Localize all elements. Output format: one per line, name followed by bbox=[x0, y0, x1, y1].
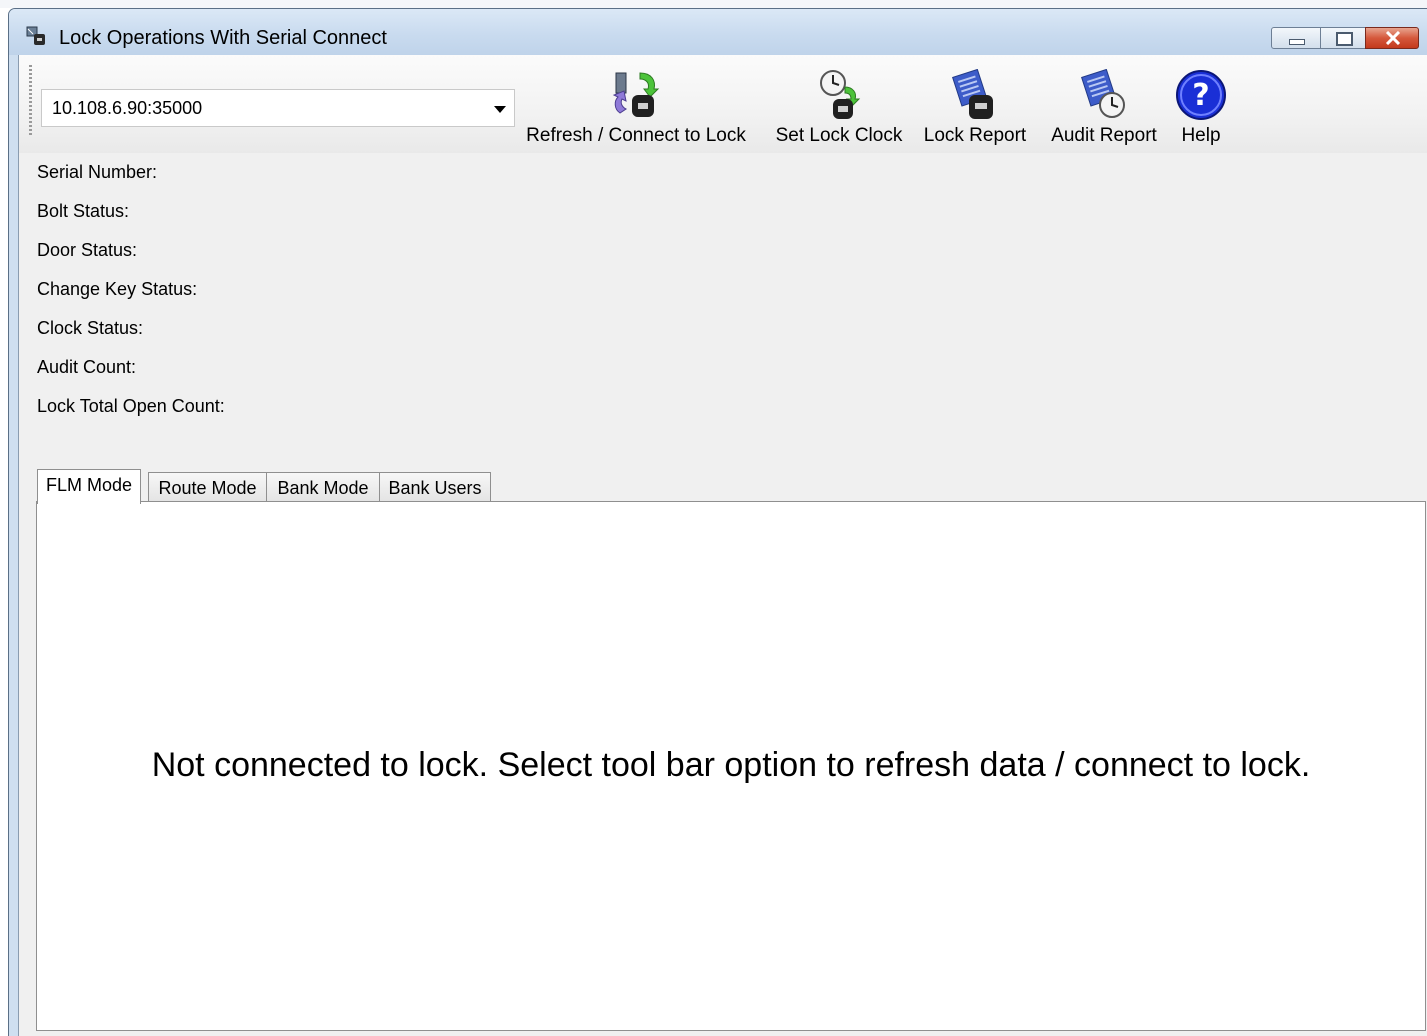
lock-report-icon bbox=[952, 69, 993, 119]
refresh-connect-icon bbox=[612, 72, 660, 117]
tab-flm-mode[interactable]: FLM Mode bbox=[37, 469, 141, 504]
refresh-connect-button[interactable]: Refresh / Connect to Lock bbox=[516, 67, 756, 151]
audit-report-button[interactable]: Audit Report bbox=[1041, 67, 1167, 151]
bolt-status-label: Bolt Status: bbox=[37, 201, 130, 221]
not-connected-message: Not connected to lock. Select tool bar o… bbox=[151, 746, 1311, 784]
audit-count-label: Audit Count: bbox=[37, 357, 137, 377]
change-key-status-label: Change Key Status: bbox=[37, 279, 198, 299]
close-button[interactable] bbox=[1365, 27, 1419, 49]
tab-bank-mode[interactable]: Bank Mode bbox=[266, 472, 380, 503]
door-status-label: Door Status: bbox=[37, 240, 138, 260]
tab-panel: Not connected to lock. Select tool bar o… bbox=[36, 501, 1426, 1031]
svg-text:?: ? bbox=[1192, 78, 1209, 113]
desktop-background bbox=[0, 0, 1427, 8]
refresh-connect-label: Refresh / Connect to Lock bbox=[526, 125, 746, 146]
window-title: Lock Operations With Serial Connect bbox=[59, 27, 387, 49]
connection-value: 10.108.6.90:35000 bbox=[52, 98, 203, 118]
audit-report-icon bbox=[1081, 69, 1125, 118]
lock-serial-app-icon bbox=[26, 26, 45, 45]
set-lock-clock-label: Set Lock Clock bbox=[775, 125, 903, 146]
chevron-down-icon[interactable] bbox=[494, 106, 506, 113]
lock-report-label: Lock Report bbox=[923, 125, 1027, 146]
title-bar[interactable]: Lock Operations With Serial Connect bbox=[9, 9, 1427, 55]
serial-number-label: Serial Number: bbox=[37, 162, 158, 182]
toolbar: 10.108.6.90:35000 Refresh / Connect to L… bbox=[19, 55, 1427, 153]
minimize-button[interactable] bbox=[1271, 27, 1321, 49]
connection-select[interactable]: 10.108.6.90:35000 bbox=[41, 89, 515, 127]
close-icon bbox=[1385, 31, 1401, 45]
client-area: 10.108.6.90:35000 Refresh / Connect to L… bbox=[18, 55, 1427, 1036]
toolbar-grip[interactable] bbox=[29, 65, 32, 135]
tab-route-mode[interactable]: Route Mode bbox=[148, 472, 267, 503]
maximize-button[interactable] bbox=[1320, 27, 1366, 49]
help-icon: ? bbox=[1176, 70, 1226, 120]
audit-report-label: Audit Report bbox=[1051, 125, 1157, 146]
clock-status-label: Clock Status: bbox=[37, 318, 144, 338]
set-clock-icon bbox=[820, 70, 861, 119]
minimize-icon bbox=[1289, 39, 1305, 45]
tab-bank-users[interactable]: Bank Users bbox=[379, 472, 491, 503]
app-window: Lock Operations With Serial Connect 10.1… bbox=[8, 8, 1427, 1036]
lock-total-open-count-label: Lock Total Open Count: bbox=[37, 396, 225, 416]
help-label: Help bbox=[1181, 125, 1221, 146]
help-button[interactable]: ? Help bbox=[1169, 67, 1233, 151]
maximize-icon bbox=[1336, 32, 1353, 46]
set-lock-clock-button[interactable]: Set Lock Clock bbox=[767, 67, 911, 151]
lock-report-button[interactable]: Lock Report bbox=[915, 67, 1035, 151]
